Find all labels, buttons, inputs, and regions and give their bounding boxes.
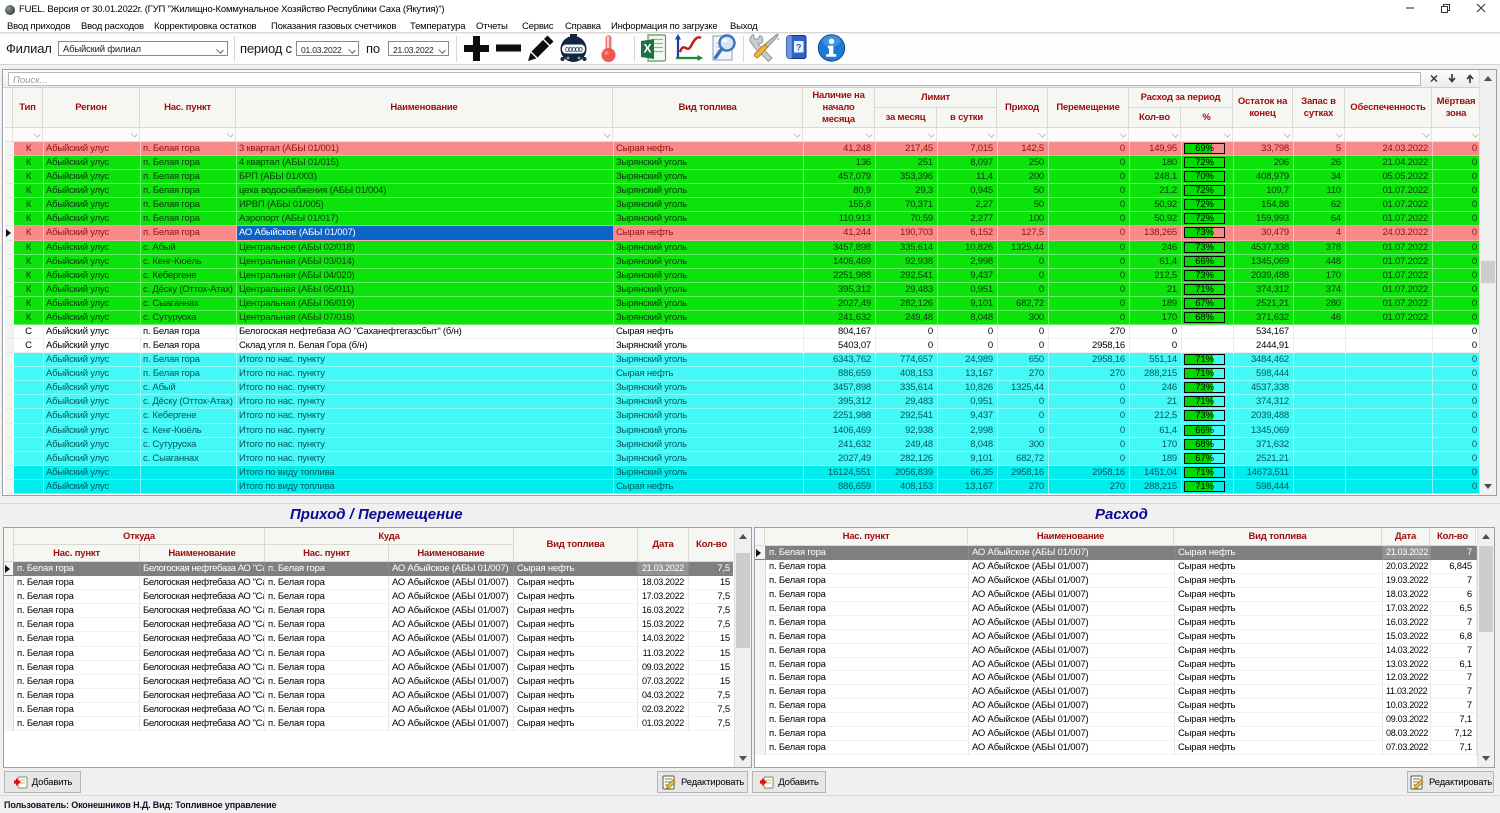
svg-text:00000: 00000 (565, 45, 582, 54)
svg-text:X: X (643, 42, 651, 56)
svg-text:?: ? (796, 43, 802, 54)
